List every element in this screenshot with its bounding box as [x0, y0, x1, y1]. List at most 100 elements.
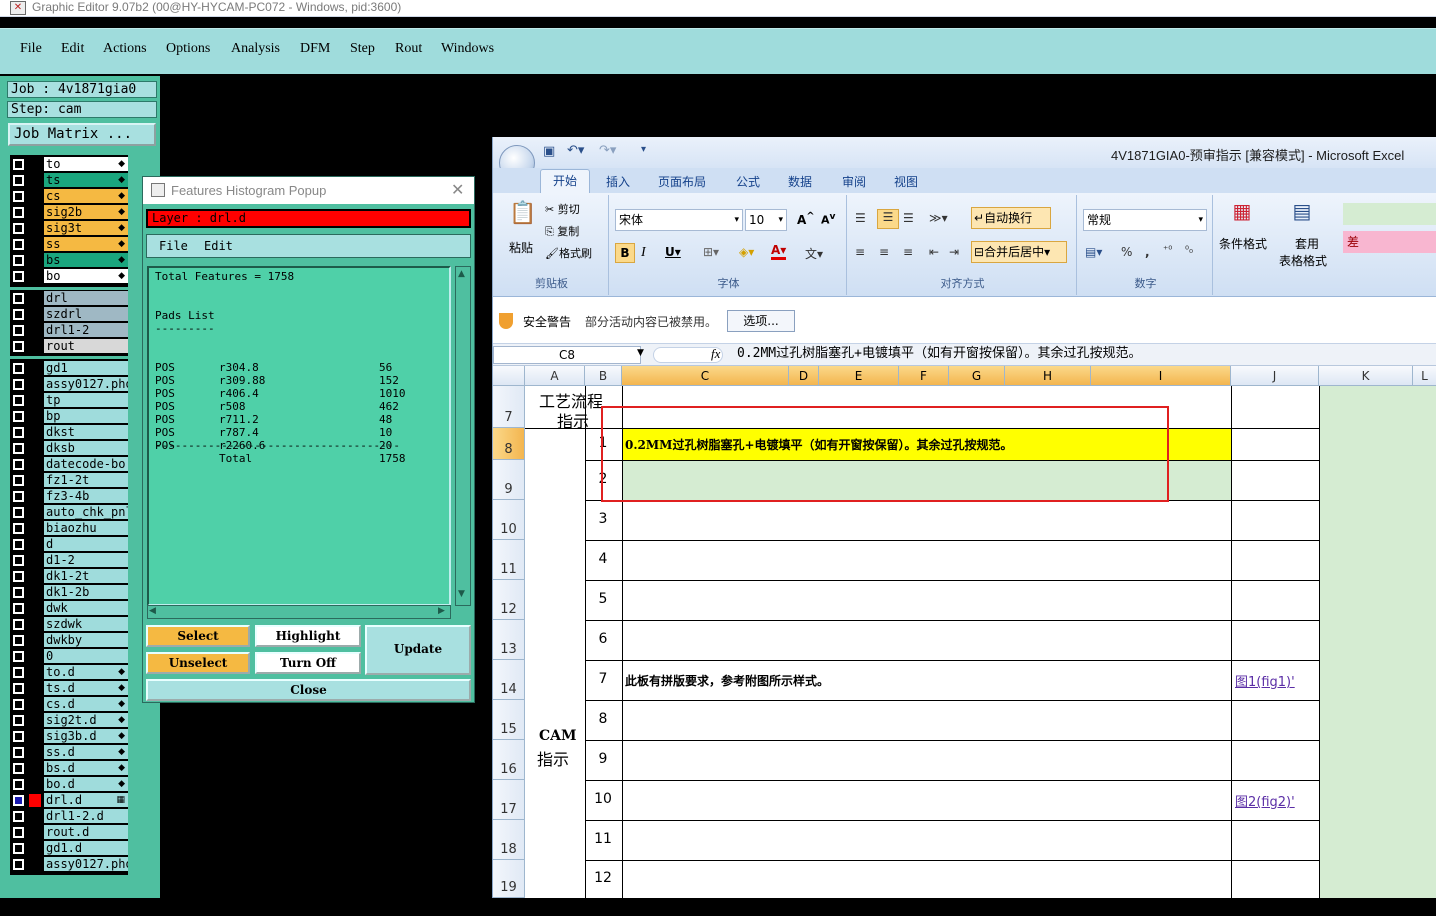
row-header[interactable]: 13 [493, 620, 525, 660]
scroll-left-icon[interactable]: ◀ [149, 606, 156, 616]
align-middle-icon[interactable]: ☰ [877, 209, 899, 229]
layer-name[interactable]: d [44, 537, 128, 551]
underline-icon[interactable]: U▾ [665, 245, 681, 259]
layer-row[interactable]: bs.d ◆ [10, 761, 128, 776]
format-as-table-icon[interactable]: ▤ [1287, 199, 1317, 229]
layer-checkbox[interactable] [13, 325, 24, 336]
layer-name[interactable]: rout.d [44, 825, 128, 839]
layer-row[interactable]: rout [10, 339, 128, 354]
tab-view[interactable]: 视图 [894, 173, 918, 190]
layer-row[interactable]: drl1-2 [10, 323, 128, 338]
layer-name[interactable]: gd1 [44, 361, 128, 375]
layer-name[interactable]: szdwk [44, 617, 128, 631]
worksheet-grid[interactable]: ABCDEFGHIJKL 7 8 9 10 11 12 13 14 15 16 17 18 19 工艺流… [493, 366, 1436, 899]
figure-link[interactable]: 图1(fig1)' [1235, 671, 1295, 690]
layer-name[interactable]: 0 [44, 649, 128, 663]
scroll-up-icon[interactable]: ▲ [458, 269, 465, 279]
popup-menu-edit[interactable]: Edit [204, 235, 233, 257]
job-matrix-button[interactable]: Job Matrix ... [8, 123, 156, 146]
layer-name[interactable]: bs.d [44, 761, 128, 775]
security-options-button[interactable]: 选项... [727, 310, 795, 332]
layer-checkbox[interactable] [13, 571, 24, 582]
layer-checkbox[interactable] [13, 475, 24, 486]
turn-off-button[interactable]: Turn Off [255, 652, 361, 674]
layer-row[interactable]: gd1.d [10, 841, 128, 856]
currency-icon[interactable]: ▤▾ [1085, 245, 1102, 259]
layer-row[interactable]: cs ◆ [10, 189, 128, 204]
row-header[interactable]: 18 [493, 820, 525, 860]
layer-checkbox[interactable] [13, 459, 24, 470]
layer-name[interactable]: bs [44, 253, 128, 267]
layer-row[interactable]: dwkby [10, 633, 128, 648]
column-header[interactable]: L [1413, 366, 1436, 386]
row-header[interactable]: 8 [493, 428, 525, 460]
layer-name[interactable]: fz1-2t [44, 473, 128, 487]
layer-name[interactable]: ts [44, 173, 128, 187]
layer-row[interactable]: bo.d ◆ [10, 777, 128, 792]
row-header[interactable]: 16 [493, 740, 525, 780]
number-format-box[interactable]: 常规 ▾ [1083, 209, 1207, 231]
row-header[interactable]: 19 [493, 860, 525, 898]
column-header[interactable]: D [789, 366, 819, 386]
item-text[interactable]: 此板有拼版要求，参考附图所示样式。 [625, 672, 829, 689]
phonetic-icon[interactable]: 文▾ [805, 245, 823, 262]
layer-row[interactable]: szdrl [10, 307, 128, 322]
percent-icon[interactable]: % [1121, 245, 1132, 259]
insert-function-icon[interactable]: fx [711, 346, 720, 362]
layer-checkbox[interactable] [13, 859, 24, 870]
layer-row[interactable]: assy0127.pho [10, 857, 128, 872]
layer-row[interactable]: dk1-2b [10, 585, 128, 600]
increase-indent-icon[interactable]: ⇥ [949, 245, 959, 259]
scroll-right-icon[interactable]: ▶ [438, 606, 445, 616]
layer-checkbox[interactable] [13, 159, 24, 170]
layer-name[interactable]: ss [44, 237, 128, 251]
orientation-icon[interactable]: ≫▾ [929, 211, 948, 225]
layer-checkbox[interactable] [13, 309, 24, 320]
update-button[interactable]: Update [365, 625, 471, 675]
column-header[interactable]: I [1091, 366, 1231, 386]
layer-checkbox[interactable] [13, 795, 24, 806]
layer-checkbox[interactable] [13, 239, 24, 250]
layer-row[interactable]: szdwk [10, 617, 128, 632]
grow-font-icon[interactable]: A^ [797, 211, 815, 227]
layer-checkbox[interactable] [13, 507, 24, 518]
align-bottom-icon[interactable]: ☰ [903, 211, 914, 225]
layer-checkbox[interactable] [13, 223, 24, 234]
layer-name[interactable]: sig3t [44, 221, 128, 235]
menu-analysis[interactable]: Analysis [231, 41, 280, 57]
unselect-button[interactable]: Unselect [146, 652, 250, 674]
layer-row[interactable]: ts.d ◆ [10, 681, 128, 696]
column-header[interactable]: A [525, 366, 585, 386]
format-as-table-line2[interactable]: 表格格式 [1279, 252, 1327, 269]
layer-checkbox[interactable] [13, 363, 24, 374]
layer-checkbox[interactable] [13, 491, 24, 502]
column-header[interactable]: B [585, 366, 622, 386]
layer-row[interactable]: dk1-2t [10, 569, 128, 584]
layer-row[interactable]: sig3t ◆ [10, 221, 128, 236]
layer-row[interactable]: ts ◆ [10, 173, 128, 188]
layer-name[interactable]: d1-2 [44, 553, 128, 567]
layer-row[interactable]: sig2b ◆ [10, 205, 128, 220]
layer-checkbox[interactable] [13, 699, 24, 710]
layer-checkbox[interactable] [13, 731, 24, 742]
tab-home[interactable]: 开始 [540, 169, 590, 193]
merge-center-button[interactable]: ⊟合并后居中▾ [971, 241, 1067, 263]
layer-row[interactable]: dkst [10, 425, 128, 440]
column-header[interactable]: H [1005, 366, 1091, 386]
format-painter-button[interactable]: 🖌格式刷 [545, 245, 592, 261]
layer-row[interactable]: bs ◆ [10, 253, 128, 268]
report-vertical-scrollbar[interactable]: ▲ ▼ [455, 266, 471, 606]
layer-name[interactable]: dwkby [44, 633, 128, 647]
layer-checkbox[interactable] [13, 293, 24, 304]
layer-name[interactable]: rout [44, 339, 128, 353]
layer-name[interactable]: sig3b.d [44, 729, 128, 743]
layer-name[interactable]: bo [44, 269, 128, 283]
layer-row[interactable]: drl1-2.d [10, 809, 128, 824]
select-button[interactable]: Select [146, 625, 250, 647]
chevron-down-icon[interactable]: ▼ [637, 348, 644, 358]
layer-row[interactable]: d1-2 [10, 553, 128, 568]
layer-checkbox[interactable] [13, 747, 24, 758]
layer-name[interactable]: dwk [44, 601, 128, 615]
layer-row[interactable]: datecode-bo [10, 457, 128, 472]
conditional-format-icon[interactable]: ▦ [1227, 199, 1257, 229]
